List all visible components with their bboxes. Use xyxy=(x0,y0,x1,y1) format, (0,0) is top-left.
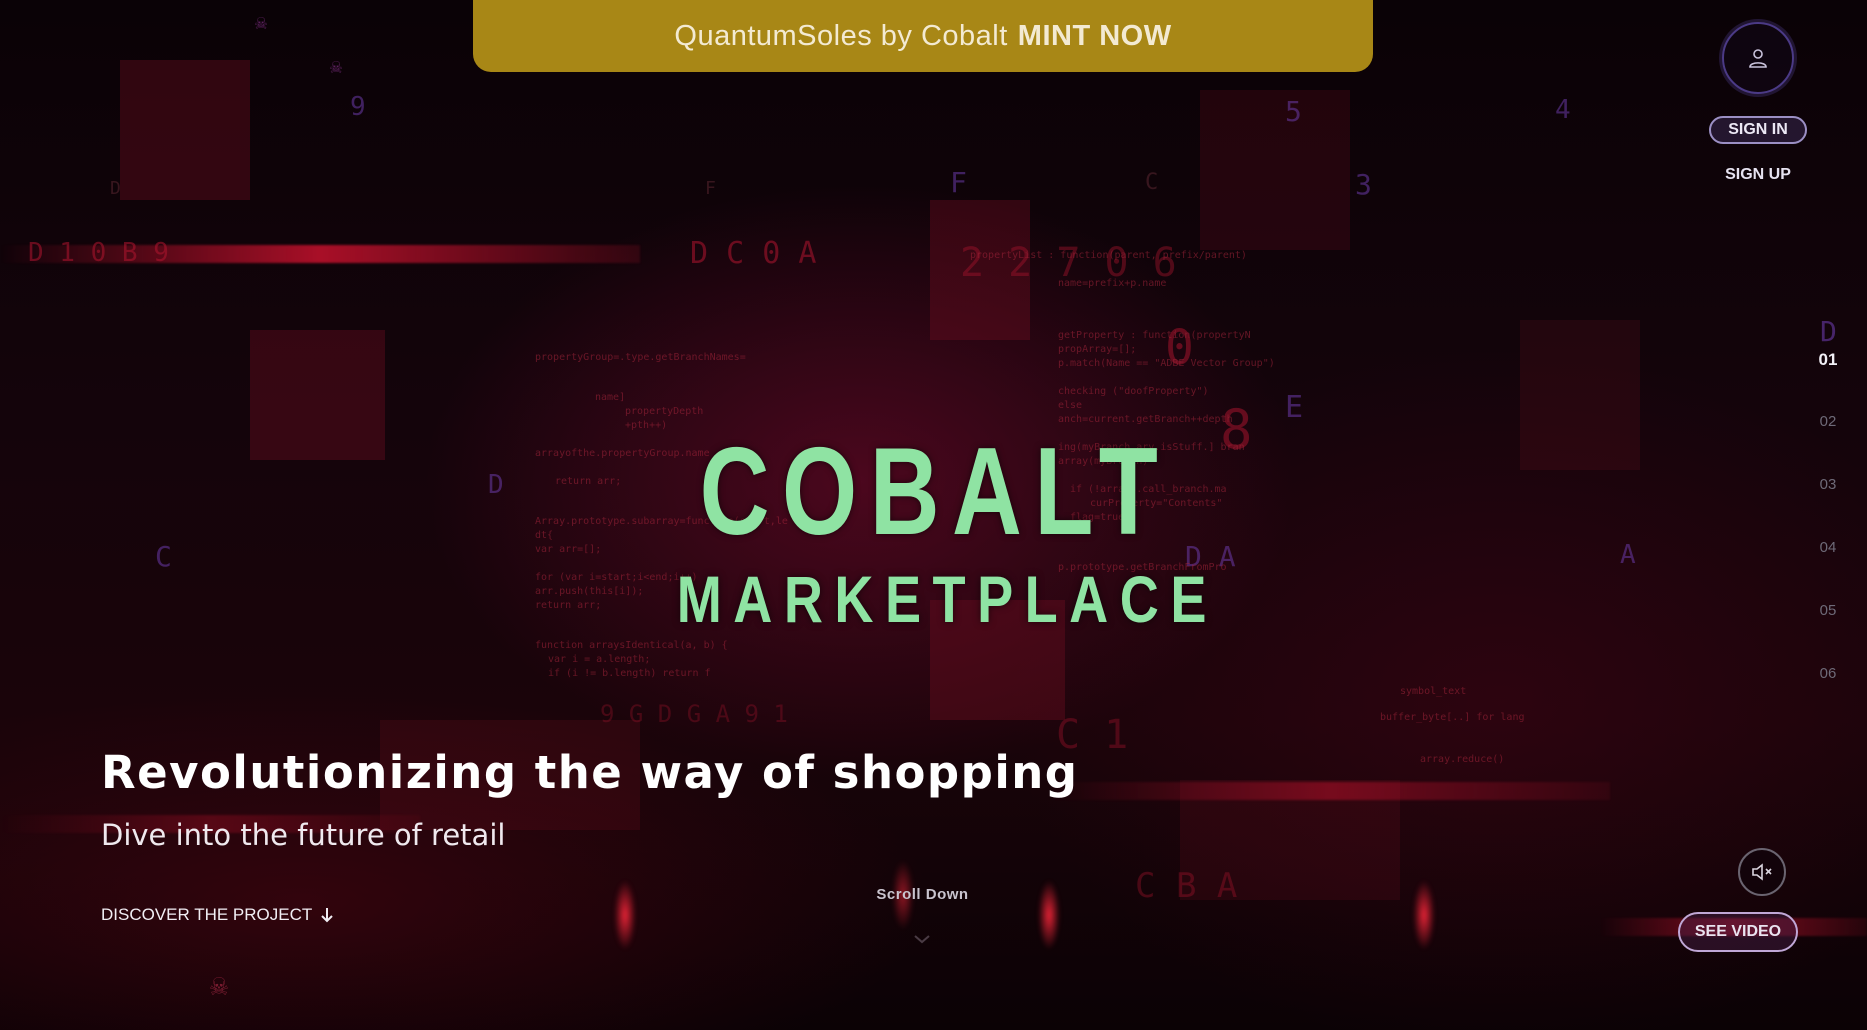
bg-glyph: D xyxy=(110,178,121,199)
bg-glyph: ☠ xyxy=(330,54,343,78)
hero-subheadline: Dive into the future of retail xyxy=(101,818,506,852)
section-nav-item-03[interactable]: 03 xyxy=(1808,476,1848,539)
bg-glyph: D xyxy=(488,470,504,500)
bg-code-line: propertyList : function(parent, prefix/p… xyxy=(970,250,1247,261)
see-video-button[interactable]: SEE VIDEO xyxy=(1678,912,1798,952)
section-nav-item-02[interactable]: 02 xyxy=(1808,413,1848,476)
section-nav: 01 02 03 04 05 06 xyxy=(1808,350,1848,728)
bg-light xyxy=(1413,880,1435,950)
bg-glyph: 3 xyxy=(1355,168,1372,201)
bg-glyph: 0 xyxy=(1165,320,1194,376)
bg-code-line: propArray=[]; xyxy=(1058,344,1137,355)
bg-code-line: dt{ xyxy=(535,530,554,541)
speaker-muted-icon xyxy=(1752,863,1772,881)
bg-glyph: C B A xyxy=(1135,866,1238,906)
mute-button[interactable] xyxy=(1738,848,1786,896)
bg-glyph: 5 xyxy=(1285,95,1302,128)
discover-project-label: DISCOVER THE PROJECT xyxy=(101,905,313,924)
bg-code-line: getProperty : function(propertyN xyxy=(1058,330,1251,341)
bg-glyph: C xyxy=(1145,170,1159,195)
bg-code-line: checking ("doofProperty") xyxy=(1058,386,1209,397)
section-nav-item-04[interactable]: 04 xyxy=(1808,539,1848,602)
mint-now-cta[interactable]: MINT NOW xyxy=(1018,20,1172,53)
bg-code-line: array.reduce() xyxy=(1420,754,1505,765)
bg-code-line: if (i != b.length) return f xyxy=(548,668,711,679)
bg-glyph: F xyxy=(705,178,716,199)
hero-stage: D 1 0 B 9 D C 0 A 2 2 7 0 6 0 8 C 1 C B … xyxy=(0,0,1867,1030)
bg-code-line: return arr; xyxy=(555,476,622,487)
arrow-down-icon xyxy=(321,908,333,923)
bg-code-line: var arr=[]; xyxy=(535,544,602,555)
logo-line-marketplace: MARKETPLACE xyxy=(676,562,1218,636)
mint-banner[interactable]: QuantumSoles by Cobalt MINT NOW xyxy=(473,0,1373,72)
bg-block xyxy=(250,330,385,460)
discover-project-link[interactable]: DISCOVER THE PROJECT xyxy=(101,905,334,925)
logo-line-cobalt: COBALT xyxy=(699,423,1171,561)
bg-glyph: A xyxy=(1620,540,1636,570)
bg-code-line: p.match(Name == "ADBE Vector Group") xyxy=(1058,358,1275,369)
bg-glyph: D C 0 A xyxy=(690,236,817,271)
account-avatar-button[interactable] xyxy=(1722,22,1794,94)
bg-code-line: propertyGroup=.type.getBranchNames= xyxy=(535,352,746,363)
bg-code-line: name] xyxy=(595,392,626,403)
scroll-down-label[interactable]: Scroll Down xyxy=(850,886,995,903)
bg-code-line: name=prefix+p.name xyxy=(1058,278,1167,289)
banner-brand-text: QuantumSoles by Cobalt xyxy=(674,19,1008,52)
bg-glyph: ☠ xyxy=(255,10,268,34)
bg-code-line: var i = a.length; xyxy=(548,654,651,665)
bg-glyph: 9 xyxy=(350,92,366,122)
bg-code-line: return arr; xyxy=(535,600,602,611)
section-nav-item-01[interactable]: 01 xyxy=(1808,350,1848,413)
bg-glyph: 4 xyxy=(1555,95,1571,125)
bg-glyph: 9 G D G A 9 1 xyxy=(600,700,788,728)
bg-glyph: D xyxy=(1820,315,1837,348)
bg-block xyxy=(1520,320,1640,470)
bg-light xyxy=(1038,880,1060,950)
bg-code-line: else xyxy=(1058,400,1083,411)
sign-in-button[interactable]: SIGN IN xyxy=(1709,116,1807,144)
bg-glyph: 2 2 7 0 6 xyxy=(960,240,1177,286)
chevron-down-icon[interactable] xyxy=(912,932,932,946)
bg-glyph: ☠ xyxy=(210,968,229,1003)
bg-glyph: E xyxy=(1285,390,1304,425)
bg-code-line: symbol_text xyxy=(1400,686,1467,697)
sign-up-link[interactable]: SIGN UP xyxy=(1709,166,1807,184)
section-nav-item-05[interactable]: 05 xyxy=(1808,602,1848,665)
bg-light xyxy=(614,880,636,950)
section-nav-item-06[interactable]: 06 xyxy=(1808,665,1848,728)
bg-block xyxy=(1200,90,1350,250)
cobalt-marketplace-logo: COBALT MARKETPLACE xyxy=(620,430,1250,632)
bg-streak xyxy=(1050,782,1610,800)
bg-glyph: D 1 0 B 9 xyxy=(28,238,169,268)
user-icon xyxy=(1749,49,1767,68)
bg-code-line: propertyDepth xyxy=(625,406,704,417)
bg-glyph: C xyxy=(155,540,172,573)
bg-block xyxy=(1180,780,1400,900)
hero-headline: Revolutionizing the way of shopping xyxy=(101,746,1079,799)
bg-block xyxy=(930,200,1030,340)
bg-glyph: F xyxy=(950,166,967,199)
bg-block xyxy=(120,60,250,200)
bg-code-line: function arraysIdentical(a, b) { xyxy=(535,640,728,651)
bg-streak xyxy=(0,245,640,263)
bg-code-line: buffer_byte[..] for lang xyxy=(1380,712,1525,723)
